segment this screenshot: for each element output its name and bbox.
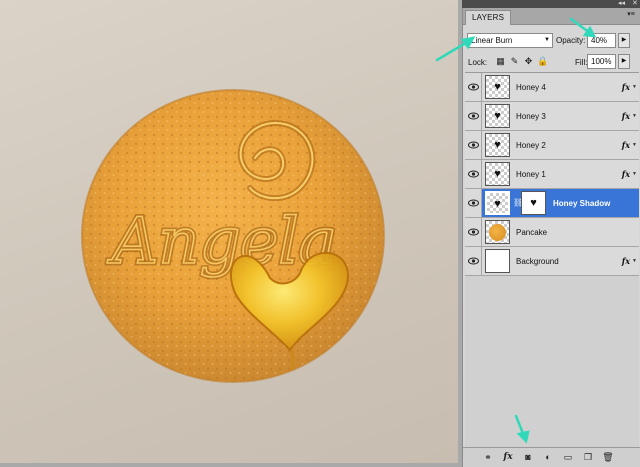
annotation-arrows (435, 17, 597, 444)
annotation-arrow-blend (435, 39, 471, 62)
annotation-arrowhead-blend (460, 36, 476, 50)
annotation-arrowhead-mask (516, 430, 530, 444)
